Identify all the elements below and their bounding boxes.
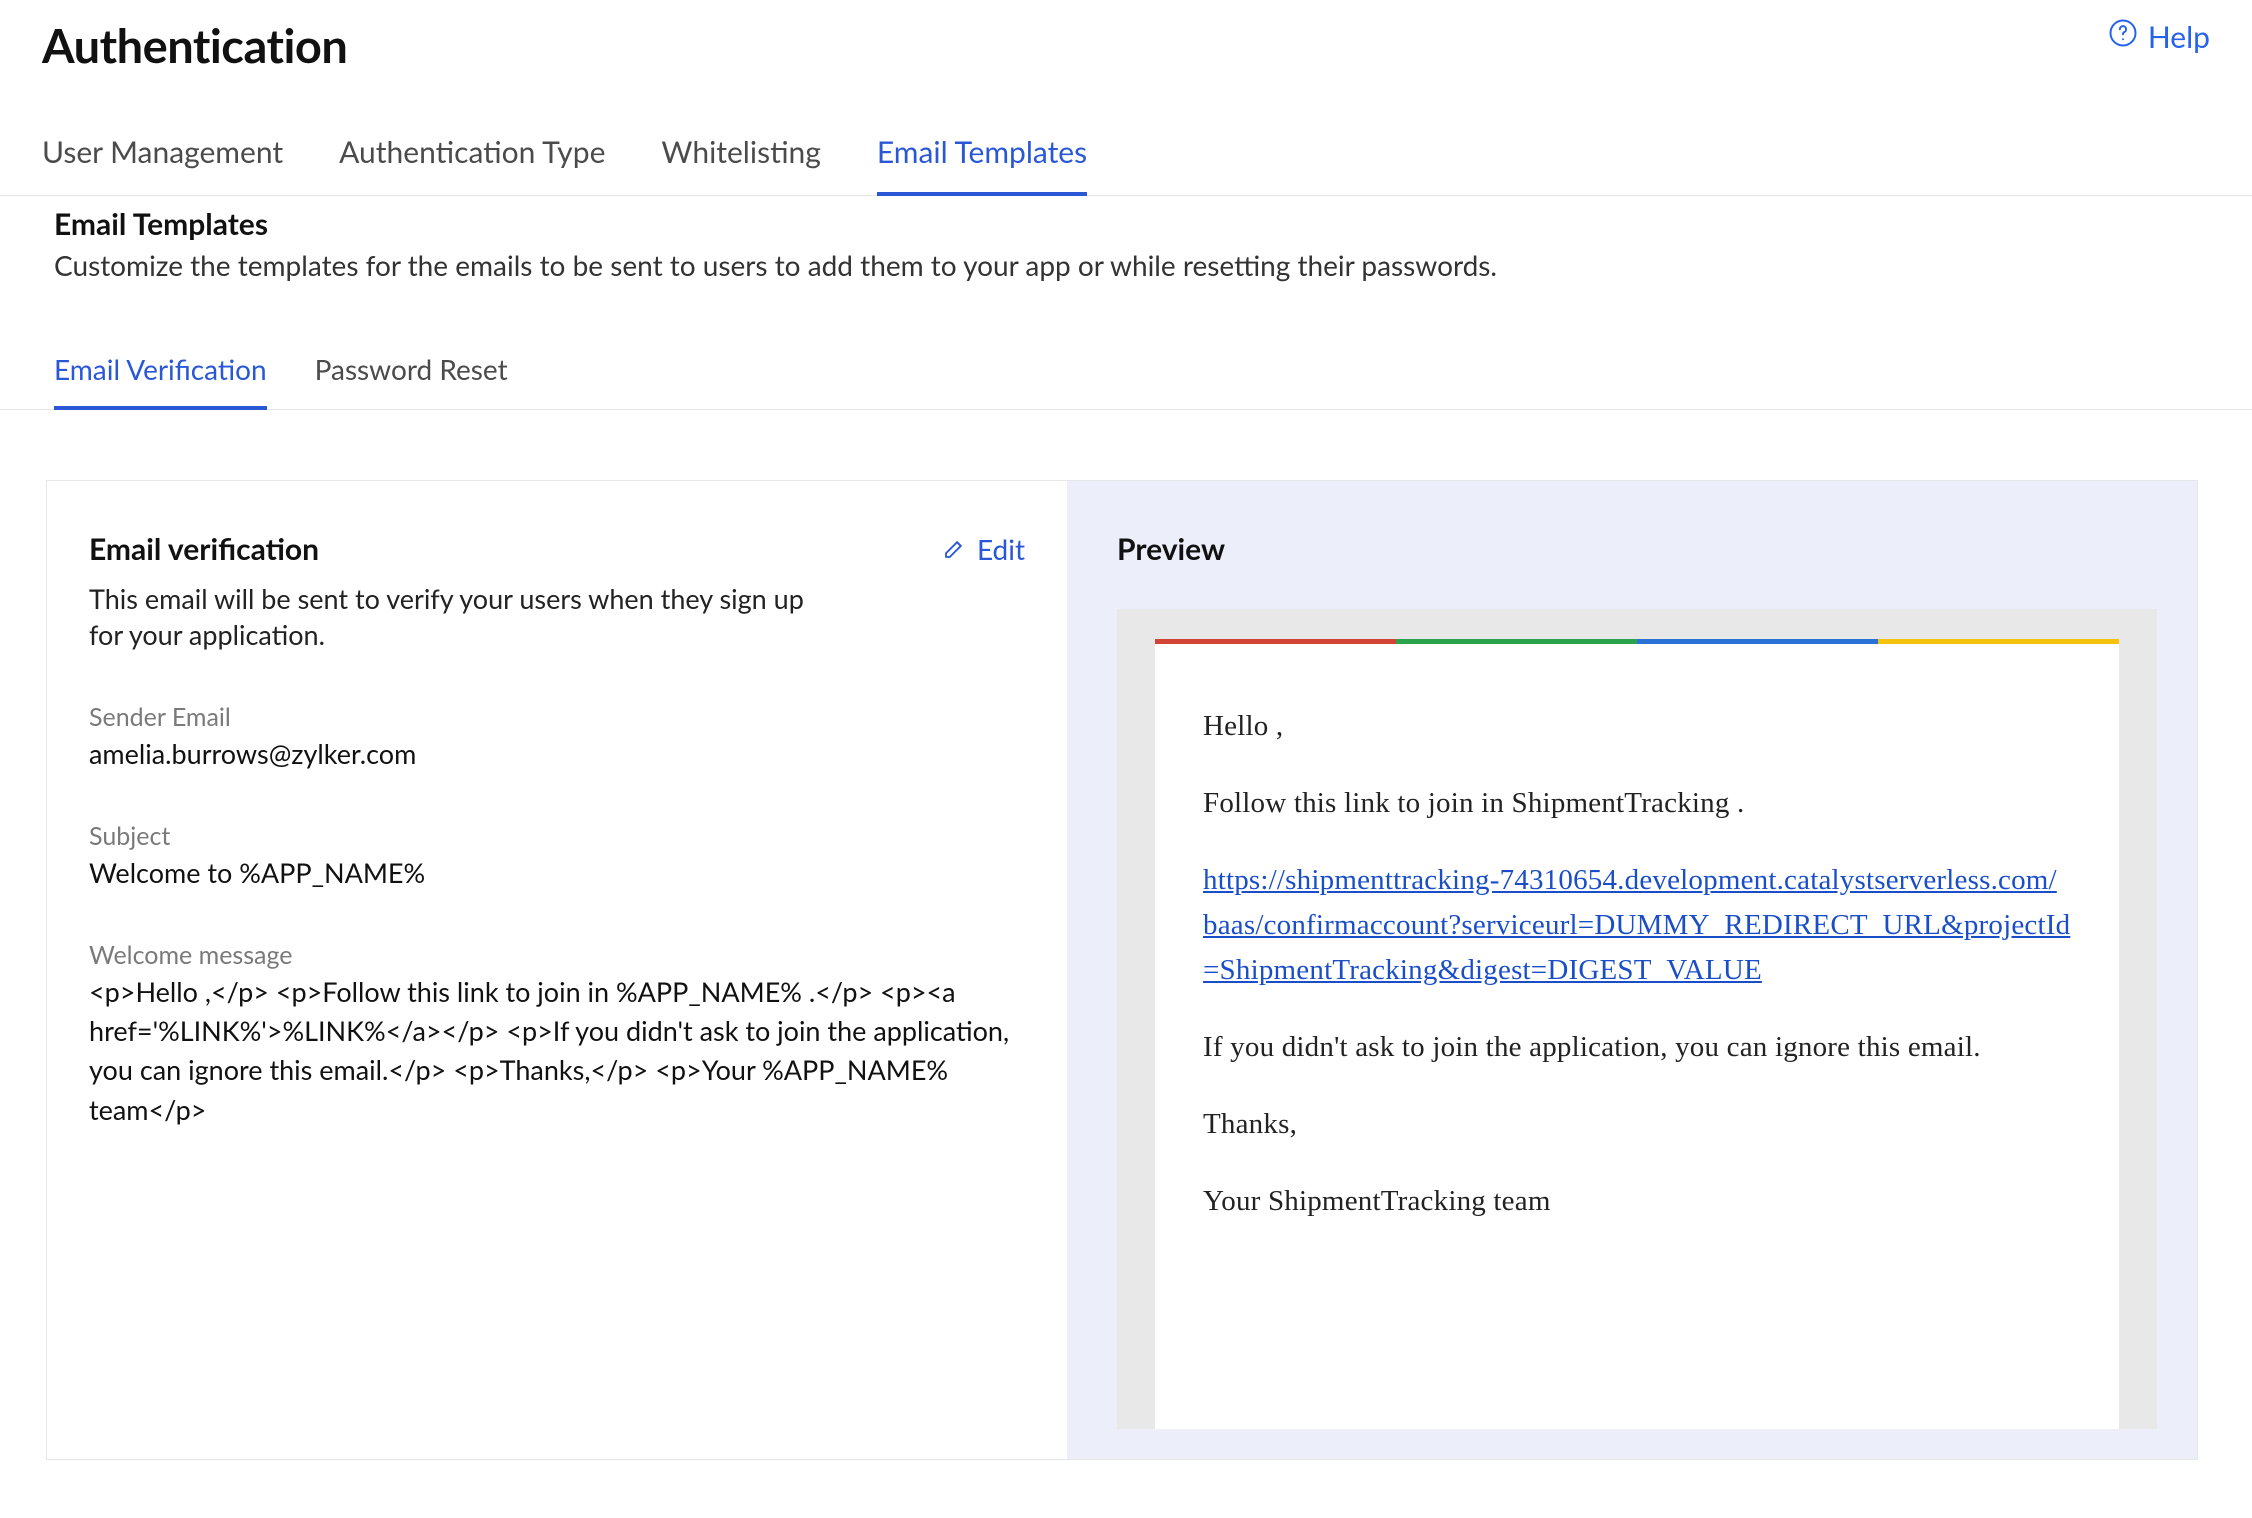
- preview-link[interactable]: https://shipmenttracking-74310654.develo…: [1203, 864, 2070, 986]
- preview-line-3: Thanks,: [1203, 1102, 2071, 1147]
- preview-frame: Hello , Follow this link to join in Ship…: [1117, 609, 2157, 1429]
- help-link[interactable]: Help: [2108, 18, 2210, 55]
- sub-tabs: Email Verification Password Reset: [0, 352, 2252, 410]
- bar-red: [1155, 639, 1396, 644]
- content-area: Email verification Edit This email will …: [46, 480, 2198, 1460]
- template-title: Email verification: [89, 531, 319, 567]
- section-description: Customize the templates for the emails t…: [54, 248, 2198, 282]
- preview-greeting: Hello ,: [1203, 704, 2071, 749]
- subject-label: Subject: [89, 821, 1025, 851]
- sender-email-value: amelia.burrows@zylker.com: [89, 734, 1025, 773]
- preview-body: Hello , Follow this link to join in Ship…: [1155, 644, 2119, 1429]
- help-label: Help: [2148, 19, 2210, 55]
- pencil-icon: [943, 532, 967, 566]
- edit-label: Edit: [977, 532, 1025, 566]
- page-title: Authentication: [42, 18, 347, 74]
- welcome-message-label: Welcome message: [89, 940, 1025, 970]
- preview-pane: Preview Hello , Follow this link to join…: [1067, 481, 2197, 1459]
- section-title: Email Templates: [54, 206, 2198, 242]
- template-editor-pane: Email verification Edit This email will …: [47, 481, 1067, 1459]
- tab-email-templates[interactable]: Email Templates: [877, 134, 1087, 196]
- subject-value: Welcome to %APP_NAME%: [89, 853, 1025, 892]
- sender-email-label: Sender Email: [89, 702, 1025, 732]
- preview-line-2: If you didn't ask to join the applicatio…: [1203, 1025, 2071, 1070]
- template-description: This email will be sent to verify your u…: [89, 581, 829, 654]
- preview-line-4: Your ShipmentTracking team: [1203, 1179, 2071, 1224]
- subtab-email-verification[interactable]: Email Verification: [54, 352, 267, 410]
- subtab-password-reset[interactable]: Password Reset: [315, 352, 508, 410]
- welcome-message-value: <p>Hello ,</p> <p>Follow this link to jo…: [89, 972, 1025, 1129]
- tab-user-management[interactable]: User Management: [42, 134, 283, 196]
- preview-title: Preview: [1117, 531, 2157, 567]
- help-icon: [2108, 18, 2138, 55]
- bar-green: [1396, 639, 1637, 644]
- primary-tabs: User Management Authentication Type Whit…: [0, 134, 2252, 196]
- tab-authentication-type[interactable]: Authentication Type: [339, 134, 605, 196]
- edit-button[interactable]: Edit: [943, 532, 1025, 566]
- preview-color-bar: [1155, 639, 2119, 644]
- bar-yellow: [1878, 639, 2119, 644]
- bar-blue: [1637, 639, 1878, 644]
- preview-line-1: Follow this link to join in ShipmentTrac…: [1203, 781, 2071, 826]
- tab-whitelisting[interactable]: Whitelisting: [661, 134, 820, 196]
